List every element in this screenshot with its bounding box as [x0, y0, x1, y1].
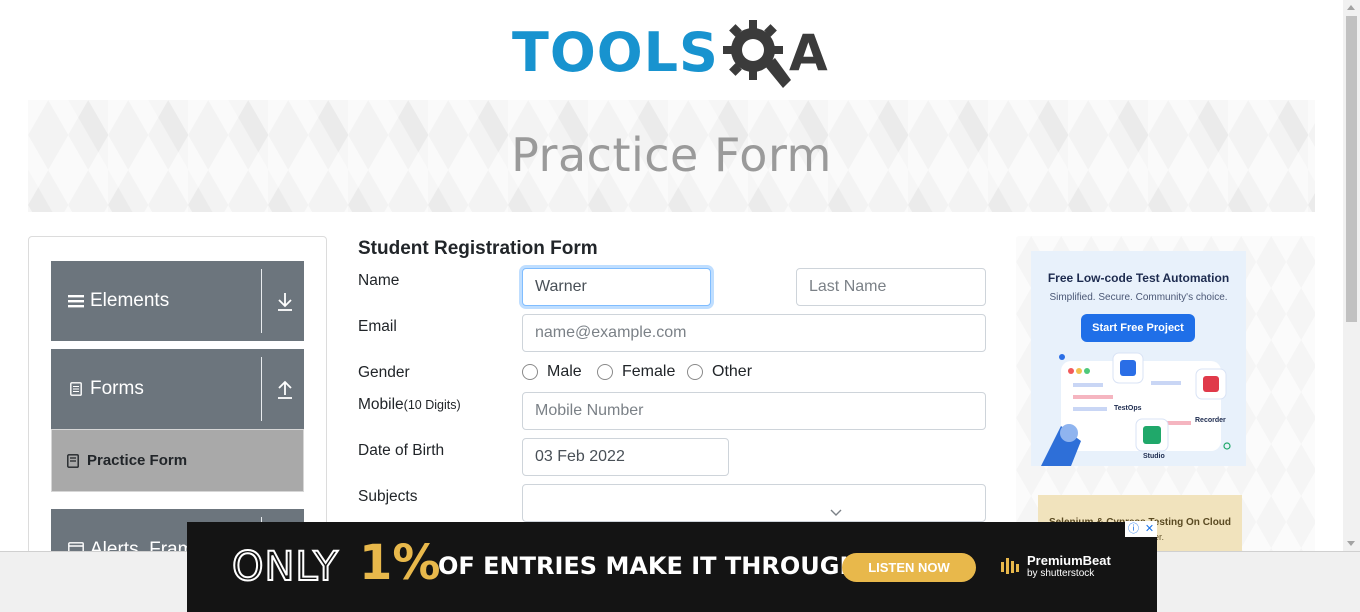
subjects-input[interactable] [522, 484, 986, 522]
gender-radio-female[interactable]: Female [597, 363, 675, 381]
email-input[interactable] [522, 314, 986, 352]
email-label: Email [358, 318, 397, 335]
bottom-banner-ad[interactable]: ONLY 1% OF ENTRIES MAKE IT THROUGH LISTE… [187, 522, 1157, 612]
divider [261, 269, 262, 333]
divider [261, 357, 262, 421]
document-icon [68, 381, 84, 397]
premiumbeat-logo: PremiumBeat by shutterstock [1000, 554, 1111, 579]
sidebar-group-label: Elements [90, 290, 170, 311]
ad-title: Free Low-code Test Automation [1047, 271, 1230, 285]
page-banner: Practice Form [28, 100, 1315, 212]
gender-radio-male[interactable]: Male [522, 363, 582, 381]
page: TOOLS A Practice Form Elements Forms Pra… [0, 0, 1360, 612]
brand-name: PremiumBeat [1027, 553, 1111, 568]
radio-label: Other [712, 363, 753, 380]
date-of-birth-input[interactable] [522, 438, 729, 476]
list-icon [68, 293, 84, 309]
ad-info-icon[interactable]: ⓘ [1128, 523, 1139, 535]
ad-sidebar: Free Low-code Test Automation Simplified… [1016, 236, 1315, 566]
mobile-label: Mobile(10 Digits) [358, 396, 461, 414]
dob-label: Date of Birth [358, 442, 445, 459]
ad-test-automation[interactable]: Free Low-code Test Automation Simplified… [1031, 251, 1246, 466]
sidebar-item-practice-form[interactable]: Practice Form [51, 429, 304, 492]
gender-radio-other[interactable]: Other [687, 363, 752, 381]
form-icon [67, 453, 79, 468]
chevron-down-icon[interactable] [829, 507, 843, 517]
ad-caption-recorder: Recorder [1195, 417, 1226, 424]
last-name-input[interactable] [796, 268, 986, 306]
ad-caption-testops: TestOps [1114, 405, 1142, 412]
scroll-down-arrow-icon[interactable] [1347, 541, 1355, 546]
mobile-label-text: Mobile [358, 396, 404, 413]
mobile-hint: (10 Digits) [403, 398, 461, 412]
toolsqa-logo[interactable]: TOOLS A [512, 14, 836, 92]
subjects-label: Subjects [358, 488, 418, 505]
name-label: Name [358, 272, 400, 289]
ad-percent-text: 1% [359, 535, 441, 591]
gender-label: Gender [358, 364, 410, 381]
arrow-up-icon[interactable] [275, 379, 295, 401]
ad-close-controls[interactable]: ⓘ ✕ [1125, 521, 1157, 537]
radio-circle[interactable] [522, 364, 538, 380]
sidebar-item-label: Practice Form [87, 452, 188, 469]
ad-headline: OF ENTRIES MAKE IT THROUGH [438, 552, 860, 580]
mobile-input[interactable] [522, 392, 986, 430]
ad-subtitle: Simplified. Secure. Community's choice. [1049, 292, 1228, 303]
audio-bars-icon [1001, 558, 1019, 575]
radio-label: Female [622, 363, 676, 380]
first-name-input[interactable] [522, 268, 711, 306]
ad-caption-studio: Studio [1143, 453, 1165, 460]
sidebar: Elements Forms Practice Form Alerts, Fra… [28, 236, 327, 566]
close-icon[interactable]: ✕ [1145, 523, 1154, 535]
page-title: Practice Form [511, 128, 832, 182]
gear-magnifier-icon [722, 20, 791, 88]
sidebar-group-elements[interactable]: Elements [51, 261, 304, 341]
scrollbar-thumb[interactable] [1346, 16, 1357, 322]
scroll-up-arrow-icon[interactable] [1347, 5, 1355, 10]
sidebar-group-label: Forms [90, 378, 144, 399]
radio-circle[interactable] [597, 364, 613, 380]
radio-circle[interactable] [687, 364, 703, 380]
form-title: Student Registration Form [358, 238, 598, 259]
arrow-down-icon[interactable] [275, 291, 295, 313]
radio-label: Male [547, 363, 582, 380]
brand-sub: by shutterstock [1027, 567, 1095, 579]
sidebar-group-forms[interactable]: Forms [51, 349, 304, 429]
ad-only-text: ONLY [231, 544, 339, 590]
vertical-scrollbar[interactable] [1343, 0, 1360, 552]
logo-text: TOOLS [512, 21, 719, 84]
logo-text-a: A [788, 24, 828, 82]
start-free-project-button[interactable]: Start Free Project [1081, 314, 1195, 342]
listen-now-button[interactable]: LISTEN NOW [842, 553, 976, 582]
